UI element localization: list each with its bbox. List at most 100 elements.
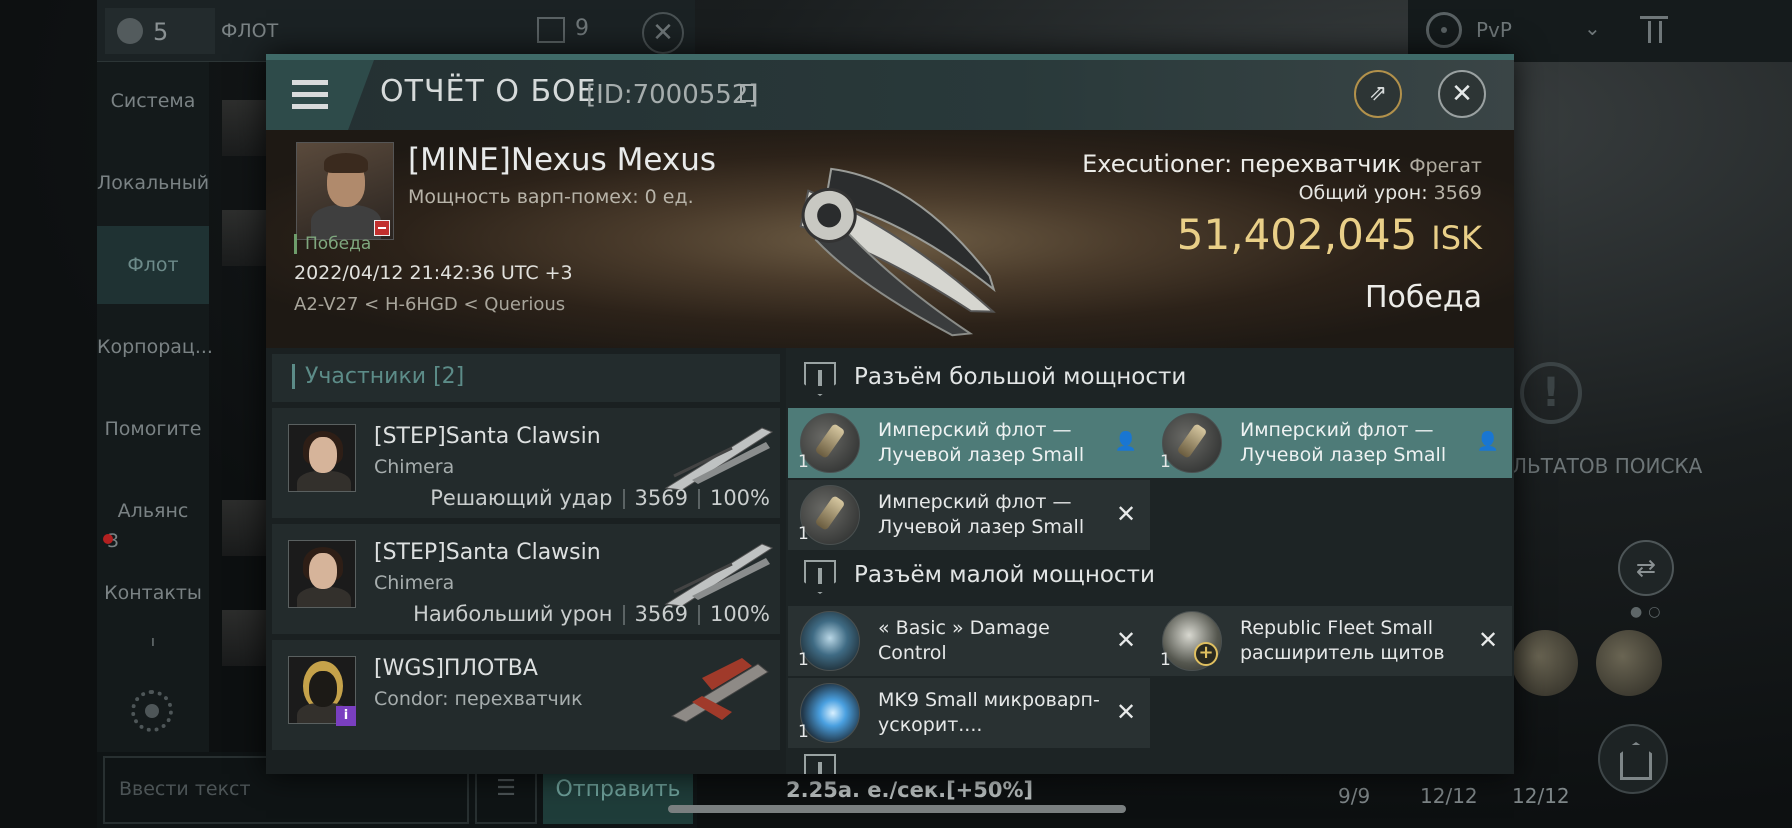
participant-stats: Наибольший урон 3569 100%: [413, 602, 770, 626]
participant-percent: 100%: [709, 602, 770, 626]
result-tag: Победа: [294, 234, 371, 254]
dropped-icon: 👤: [1114, 431, 1138, 452]
chat-avatar: [222, 500, 266, 556]
sidebar-item-alliance[interactable]: Альянс: [97, 472, 209, 550]
overview-filter-bar: PvP ⌄: [1408, 0, 1792, 62]
module-name: Имперский флот — Лучевой лазер Small: [1240, 419, 1447, 466]
participant-percent: 100%: [709, 486, 770, 510]
gear-icon[interactable]: [131, 690, 173, 732]
ship-name[interactable]: Executioner: перехватчик Фрегат: [1082, 150, 1482, 178]
microwarpdrive-icon: [800, 683, 860, 743]
menu-icon: [292, 80, 328, 85]
participant-role: Наибольший урон: [413, 602, 613, 626]
participant-name: [STEP]Santa Clawsin: [374, 540, 601, 565]
ship-speed: 2.25а. е./сек.[+50%]: [786, 778, 1034, 802]
module-name: Имперский флот — Лучевой лазер Small: [878, 419, 1085, 466]
module-item[interactable]: 1 Имперский флот — Лучевой лазер Small 👤: [788, 408, 1150, 478]
filter-icon[interactable]: [1640, 16, 1668, 44]
report-id: [ID:7000552]: [586, 80, 759, 110]
share-button[interactable]: ⇗: [1354, 70, 1402, 118]
participant-ship: Condor: перехватчик: [374, 688, 583, 710]
module-item[interactable]: 1 « Basic » Damage Control ✕: [788, 606, 1150, 676]
participant-row[interactable]: i [WGS]ПЛОТВА Condor: перехватчик: [272, 640, 780, 750]
participant-avatar: [288, 540, 356, 608]
participants-panel: Участники [2] [STEP]Santa Clawsin Chimer…: [266, 348, 786, 774]
plus-icon: +: [1194, 642, 1218, 666]
laser-icon: [1162, 413, 1222, 473]
module-qty: 1: [798, 722, 809, 742]
module-name: « Basic » Damage Control: [878, 617, 1050, 664]
sidebar-item-local[interactable]: Локальный: [97, 144, 209, 222]
swap-icon[interactable]: ⇄: [1618, 540, 1674, 596]
dialog-header: ОТЧЁТ О БОЕ [ID:7000552] ⇗ ✕: [266, 60, 1514, 130]
participant-role: Решающий удар: [430, 486, 613, 510]
window-count: 9: [575, 16, 589, 41]
sidebar-divider: ı: [151, 634, 155, 650]
kill-location[interactable]: A2-V27 < H-6HGD < Querious: [294, 294, 565, 315]
sidebar-item-system[interactable]: Система: [97, 62, 209, 140]
slot-count: 12/12: [1512, 784, 1570, 808]
sidebar-item-contacts[interactable]: Контакты: [97, 554, 209, 632]
fleet-channel-label: ФЛОТ: [221, 20, 279, 42]
participant-ship: Chimera: [374, 456, 455, 478]
module-qty: 1: [1160, 650, 1171, 670]
battle-report-dialog: ОТЧЁТ О БОЕ [ID:7000552] ⇗ ✕ [MINE]Nexus…: [266, 54, 1514, 774]
participant-ship-image: [664, 543, 774, 607]
participant-name: [WGS]ПЛОТВА: [374, 656, 538, 681]
module-icon[interactable]: [1512, 630, 1578, 696]
victim-name[interactable]: [MINE]Nexus Mexus: [408, 142, 716, 178]
info-badge: i: [336, 706, 356, 726]
slot-count: 9/9: [1338, 784, 1371, 808]
chat-close-button[interactable]: ✕: [642, 12, 684, 54]
members-button[interactable]: 5: [105, 8, 215, 54]
ship-image: [799, 167, 996, 337]
sidebar-item-help[interactable]: Помогите: [97, 390, 209, 468]
participant-name: [STEP]Santa Clawsin: [374, 424, 601, 449]
module-name: Republic Fleet Small расширитель щитов: [1240, 617, 1445, 664]
participant-row[interactable]: [STEP]Santa Clawsin Chimera Решающий уда…: [272, 408, 780, 518]
participant-ship: Chimera: [374, 572, 455, 594]
module-item[interactable]: 1 MK9 Small микроварп-ускорит.... ✕: [788, 678, 1150, 748]
participants-header[interactable]: Участники [2]: [272, 354, 780, 402]
filter-label[interactable]: PvP: [1476, 18, 1512, 42]
high-slots-title: Разъём большой мощности: [854, 364, 1187, 390]
battle-result: Победа: [1365, 280, 1482, 315]
destroyed-icon: ✕: [1115, 626, 1137, 654]
menu-button[interactable]: [266, 60, 374, 130]
low-slots-title: Разъём малой мощности: [854, 562, 1155, 588]
laser-icon: [800, 413, 860, 473]
chevron-down-icon[interactable]: ⌄: [1584, 16, 1601, 40]
module-item[interactable]: 1 Имперский флот — Лучевой лазер Small ✕: [788, 480, 1150, 550]
kill-datetime: 2022/04/12 21:42:36 UTC +3: [294, 262, 573, 284]
module-icon[interactable]: [1596, 630, 1662, 696]
window-count-icon: [537, 17, 565, 43]
destroyed-icon: ✕: [1115, 698, 1137, 726]
home-indicator[interactable]: [668, 805, 1126, 813]
participant-row[interactable]: [STEP]Santa Clawsin Chimera Наибольший у…: [272, 524, 780, 634]
close-button[interactable]: ✕: [1438, 70, 1486, 118]
participant-ship-image: [664, 427, 774, 491]
fleet-chat-header: 5 ФЛОТ 9 ✕: [97, 0, 695, 62]
sidebar-item-fleet[interactable]: Флот: [97, 226, 209, 304]
search-results-text: ЛЬТАТОВ ПОИСКА: [1512, 454, 1703, 478]
members-count: 5: [153, 18, 169, 46]
laser-icon: [800, 485, 860, 545]
module-qty: 1: [798, 650, 809, 670]
chat-avatar: [222, 100, 266, 156]
chat-avatar: [222, 610, 266, 666]
autopilot-icon[interactable]: [1598, 724, 1668, 794]
module-qty: 1: [1160, 452, 1171, 472]
copy-icon[interactable]: [740, 84, 755, 102]
slot-count: 12/12: [1420, 784, 1478, 808]
participants-count: [2]: [433, 364, 465, 389]
dropped-icon: 👤: [1476, 431, 1500, 452]
destroyed-icon: ✕: [1477, 626, 1499, 654]
sidebar-item-corporation[interactable]: Корпорац...: [97, 308, 213, 386]
rig-slot-icon: [804, 754, 836, 774]
page-dots: ●○: [1630, 604, 1667, 620]
module-item[interactable]: + 1 Republic Fleet Small расширитель щит…: [1150, 606, 1512, 676]
chat-sidebar: Система Локальный Флот Корпорац... Помог…: [97, 62, 213, 752]
module-item[interactable]: 1 Имперский флот — Лучевой лазер Small 👤: [1150, 408, 1512, 478]
kill-summary: [MINE]Nexus Mexus Мощность варп-помех: 0…: [266, 130, 1514, 348]
module-name: MK9 Small микроварп-ускорит....: [878, 689, 1100, 736]
